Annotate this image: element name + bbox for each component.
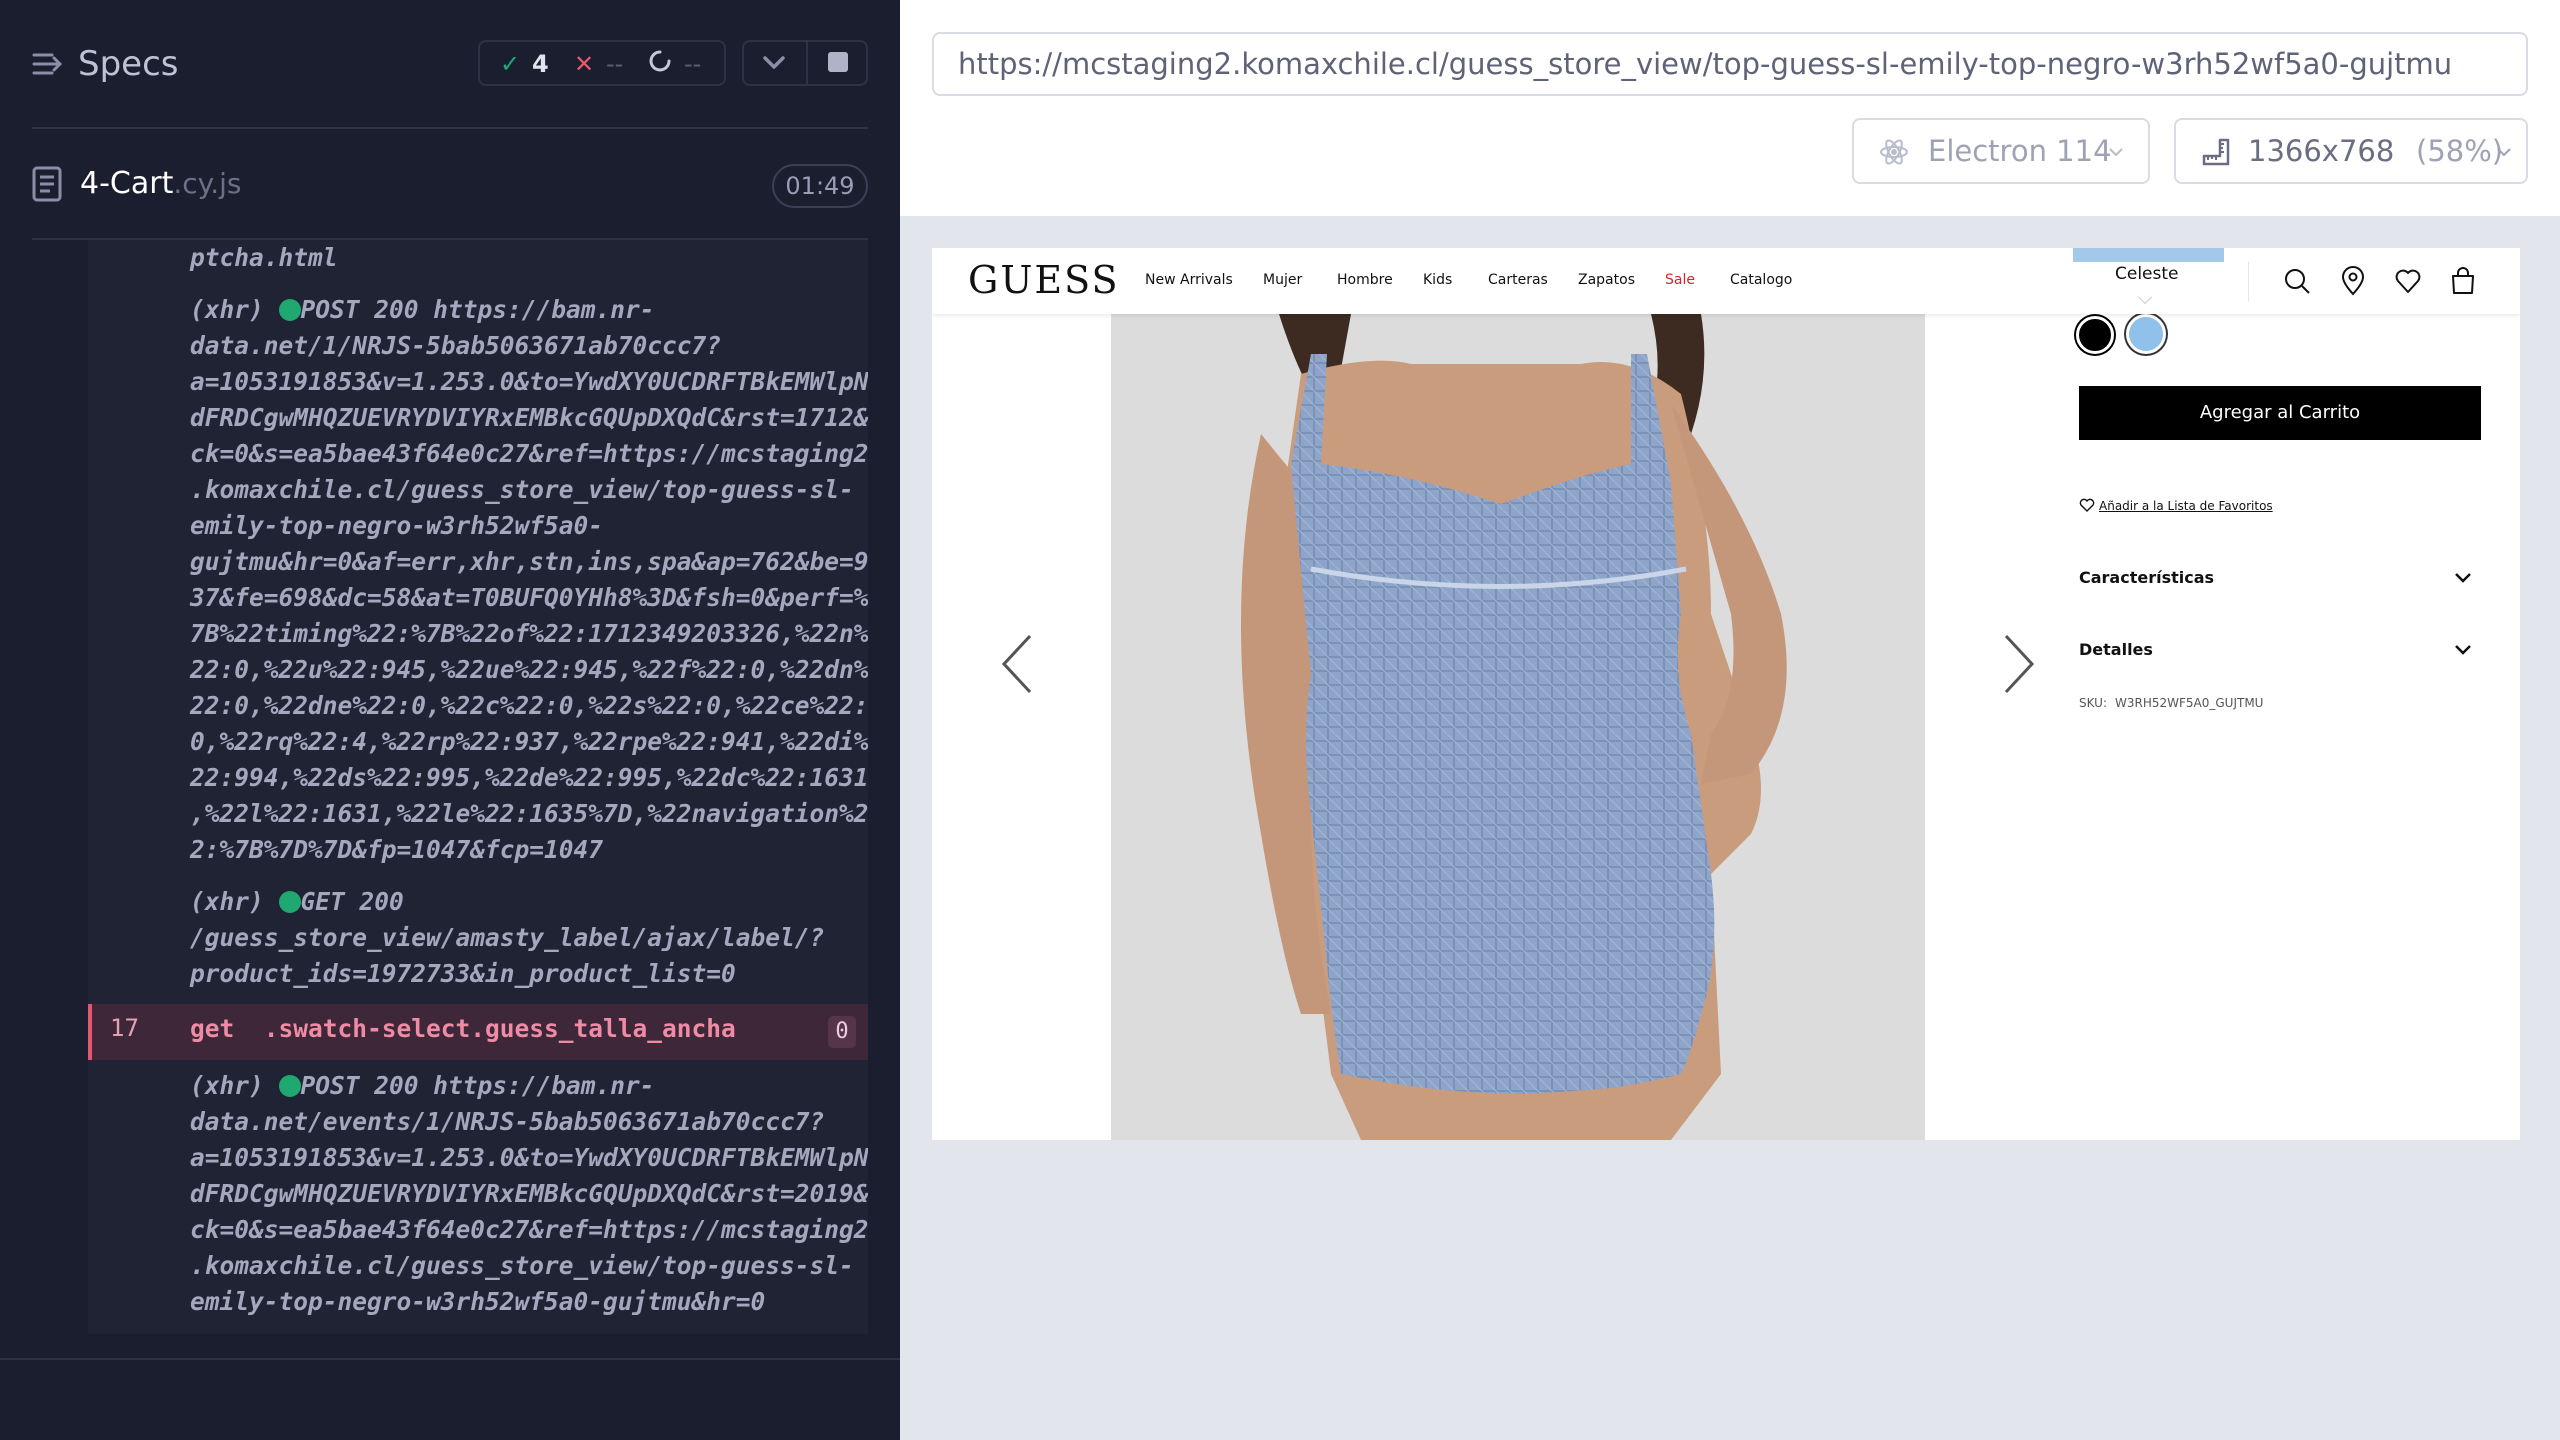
xhr-kind: (xhr) [190, 295, 264, 324]
reporter-header: Specs ✓ 4 ✕ -- -- [0, 0, 900, 128]
add-to-wishlist-link[interactable]: Añadir a la Lista de Favoritos [2079, 498, 2273, 513]
nav-catalogo[interactable]: Catalogo [1730, 272, 1792, 288]
xhr-kind: (xhr) [190, 887, 264, 916]
bag-icon[interactable] [2448, 266, 2478, 296]
swatch-tooltip: Celeste [2115, 264, 2179, 284]
run-controls [742, 40, 868, 86]
reporter-footer-divider [0, 1358, 900, 1360]
url-bar[interactable]: https://mcstaging2.komaxchile.cl/guess_s… [932, 32, 2528, 96]
wishlist-label: Añadir a la Lista de Favoritos [2099, 499, 2273, 513]
command-text: get .swatch-select.guess_talla_ancha [190, 1014, 736, 1043]
aut-header: https://mcstaging2.komaxchile.cl/guess_s… [900, 0, 2560, 216]
xhr-kind: (xhr) [190, 1071, 264, 1100]
swatch-tooltip-bar [2073, 248, 2224, 262]
log-entry-xhr-post[interactable]: (xhr) POST 200 https://bam.nr- data.net/… [190, 292, 868, 868]
x-icon: ✕ [574, 50, 595, 78]
nav-divider [2248, 262, 2249, 302]
browser-selector[interactable]: Electron 114 [1852, 118, 2150, 184]
site-nav: GUESS New Arrivals Mujer Hombre Kids Car… [932, 248, 2520, 314]
sku-value: W3RH52WF5A0_GUJTMU [2115, 696, 2264, 710]
test-stats: ✓ 4 ✕ -- -- [478, 40, 726, 86]
specs-list-icon[interactable] [32, 48, 64, 80]
failed-indicator [88, 1004, 92, 1060]
ruler-icon [2202, 138, 2230, 166]
accordion-title: Características [2079, 568, 2215, 587]
command-name: get [190, 1014, 235, 1043]
failed-count: -- [606, 50, 624, 78]
command-selector: .swatch-select.guess_talla_ancha [263, 1014, 736, 1043]
failed-command-row[interactable]: 17 get .swatch-select.guess_talla_ancha … [88, 1004, 868, 1060]
nav-hombre[interactable]: Hombre [1337, 272, 1393, 288]
stop-button[interactable] [828, 52, 848, 72]
nav-kids[interactable]: Kids [1423, 272, 1452, 288]
electron-icon [1880, 139, 1908, 165]
carousel-next-icon[interactable] [1998, 632, 2038, 696]
accordion-caracteristicas[interactable]: Características [2079, 568, 2481, 598]
product-image [1111, 314, 1925, 1140]
pending-count: -- [684, 50, 702, 78]
xhr-request: GET 200 [300, 887, 404, 916]
nav-zapatos[interactable]: Zapatos [1578, 272, 1635, 288]
heart-icon[interactable] [2393, 266, 2423, 296]
xhr-request: POST 200 https://bam.nr- [300, 1071, 655, 1100]
nav-sale[interactable]: Sale [1665, 272, 1695, 288]
chevron-down-icon[interactable] [758, 50, 790, 76]
passed-count: 4 [532, 50, 549, 78]
xhr-url: /guess_store_view/amasty_label/ajax/labe… [190, 923, 825, 988]
spec-duration-badge: 01:49 [772, 164, 868, 208]
controls-divider [806, 42, 808, 84]
sku: SKU: W3RH52WF5A0_GUJTMU [2079, 696, 2263, 710]
spec-file-name: 4-Cart.cy.js [80, 166, 241, 201]
guess-logo[interactable]: GUESS [968, 258, 1120, 302]
log-entry-xhr-post[interactable]: (xhr) POST 200 https://bam.nr- data.net/… [190, 1068, 868, 1320]
viewport-scale: (58%) [2416, 134, 2504, 168]
nav-carteras[interactable]: Carteras [1488, 272, 1548, 288]
aut-iframe[interactable]: GUESS New Arrivals Mujer Hombre Kids Car… [932, 248, 2520, 1140]
command-number: 17 [110, 1014, 139, 1042]
status-dot-icon [278, 1075, 301, 1097]
accordion-title: Detalles [2079, 640, 2153, 659]
search-icon[interactable] [2282, 266, 2312, 296]
tooltip-caret [2137, 289, 2153, 305]
dress-photo [1111, 314, 1925, 1140]
status-dot-icon [278, 299, 301, 321]
color-swatch-celeste[interactable] [2126, 314, 2166, 354]
xhr-request: POST 200 https://bam.nr- [300, 295, 655, 324]
chevron-down-icon [2109, 148, 2123, 157]
viewport-selector[interactable]: 1366x768 (58%) [2174, 118, 2528, 184]
command-log[interactable]: ptcha.html (xhr) POST 200 https://bam.nr… [88, 240, 868, 1334]
heart-icon [2079, 498, 2095, 512]
chevron-down-icon [2497, 148, 2511, 157]
chevron-down-icon [2455, 645, 2471, 655]
spec-name: 4-Cart [80, 166, 174, 201]
viewport-size: 1366x768 [2248, 134, 2395, 168]
sku-label: SKU: [2079, 696, 2107, 710]
nav-mujer[interactable]: Mujer [1263, 272, 1302, 288]
spec-extension: .cy.js [173, 167, 242, 200]
reporter-panel: Specs ✓ 4 ✕ -- -- 4-Cart.cy.js 01:49 ptc… [0, 0, 900, 1440]
spec-row[interactable]: 4-Cart.cy.js 01:49 [0, 130, 900, 240]
carousel-prev-icon[interactable] [998, 632, 1038, 696]
browser-name: Electron 114 [1928, 134, 2112, 168]
header-divider [32, 127, 868, 129]
check-icon: ✓ [500, 50, 521, 78]
specs-label[interactable]: Specs [78, 44, 179, 84]
add-to-cart-button[interactable]: Agregar al Carrito [2079, 386, 2481, 440]
nav-new-arrivals[interactable]: New Arrivals [1145, 272, 1233, 288]
log-entry-xhr-get[interactable]: (xhr) GET 200 /guess_store_view/amasty_l… [190, 884, 868, 992]
color-swatch-black[interactable] [2076, 316, 2114, 354]
log-entry-tail[interactable]: ptcha.html [190, 240, 868, 276]
accordion-detalles[interactable]: Detalles [2079, 640, 2481, 670]
element-count-badge: 0 [828, 1016, 856, 1048]
location-pin-icon[interactable] [2338, 266, 2368, 296]
xhr-url: data.net/1/NRJS-5bab5063671ab70ccc7? a=1… [190, 331, 868, 864]
xhr-url: data.net/events/1/NRJS-5bab5063671ab70cc… [190, 1107, 868, 1316]
file-icon [32, 166, 62, 202]
status-dot-icon [278, 891, 301, 913]
pending-spinner-icon [649, 50, 671, 72]
chevron-down-icon [2455, 573, 2471, 583]
